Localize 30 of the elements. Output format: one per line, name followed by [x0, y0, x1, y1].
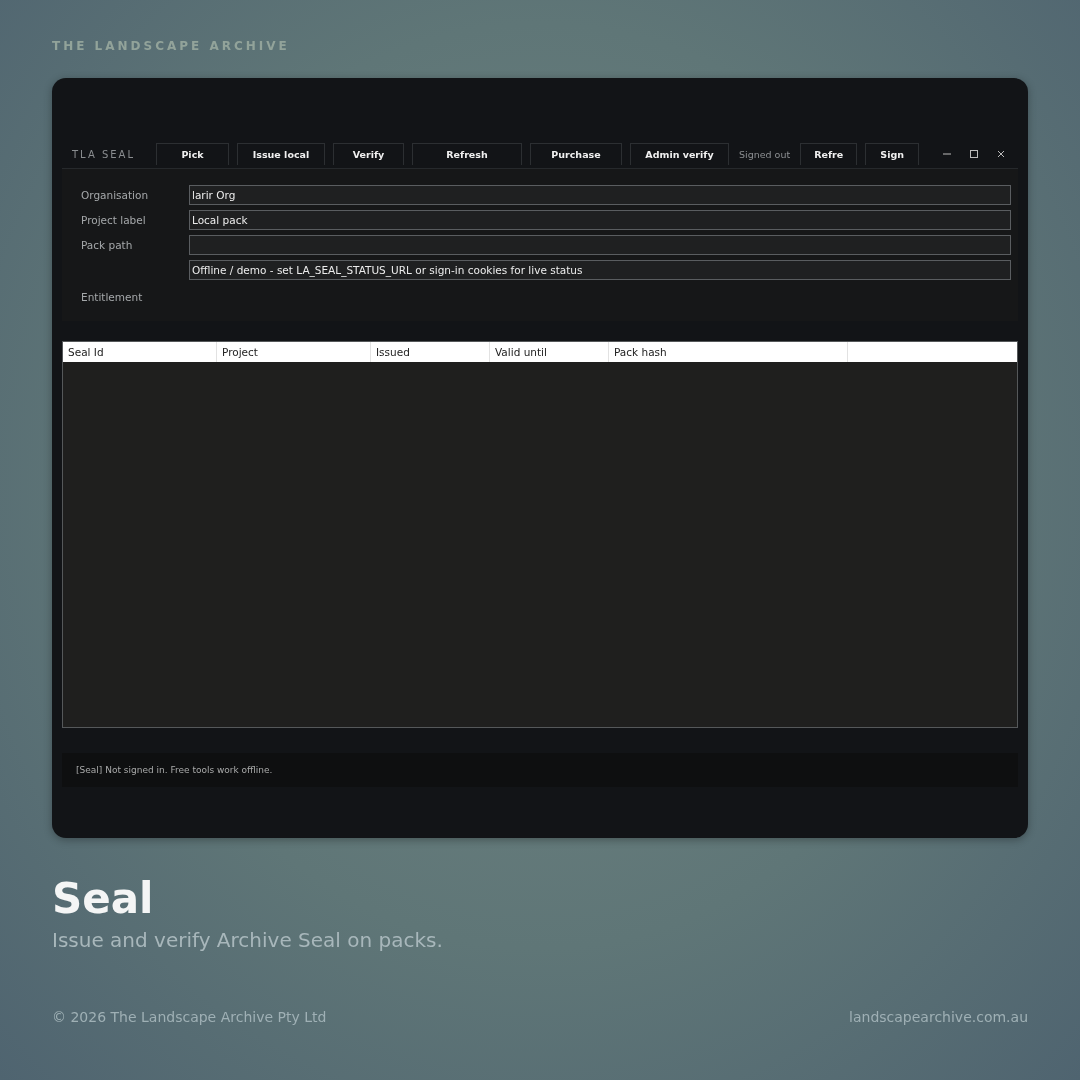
copyright-text: © 2026 The Landscape Archive Pty Ltd	[52, 1009, 327, 1025]
column-header[interactable]: Pack hash	[609, 342, 848, 362]
column-header[interactable]: Project	[217, 342, 371, 362]
toolbar-button[interactable]: Pick	[156, 143, 229, 165]
field-label: Project label	[81, 214, 146, 226]
maximize-icon[interactable]	[969, 149, 979, 159]
sign-in-status: Signed out	[738, 148, 792, 160]
close-icon[interactable]	[996, 149, 1006, 159]
toolbar-button[interactable]: Issue local	[237, 143, 325, 165]
input-field[interactable]: larir Org	[189, 185, 1011, 205]
toolbar-button[interactable]: Verify	[333, 143, 404, 165]
toolbar-button[interactable]: Admin verify	[630, 143, 729, 165]
column-header[interactable]: Seal Id	[63, 342, 217, 362]
toolbar-button[interactable]: Refre	[800, 143, 858, 165]
input-field[interactable]: Local pack	[189, 210, 1011, 230]
headline: Seal	[52, 878, 155, 920]
column-header[interactable]: Issued	[371, 342, 490, 362]
toolbar-button[interactable]: Refresh	[412, 143, 522, 165]
field-label: Entitlement	[81, 291, 143, 303]
column-header[interactable]: Valid until	[490, 342, 609, 362]
toolbar-button[interactable]: Purchase	[530, 143, 622, 165]
status-message: [Seal] Not signed in. Free tools work offline.	[76, 765, 273, 775]
input-field[interactable]: Offline / demo - set LA_SEAL_STATUS_URL or sign-in cookies for live status	[189, 260, 1011, 280]
field-label: Organisation	[81, 189, 149, 201]
field-label: Pack path	[81, 239, 133, 251]
toolbar-button[interactable]: Sign	[865, 143, 920, 165]
window-title: TLA SEAL	[72, 148, 136, 160]
brand-label: THE LANDSCAPE ARCHIVE	[52, 39, 291, 55]
tagline: Issue and verify Archive Seal on packs.	[52, 928, 444, 952]
input-field[interactable]	[189, 235, 1011, 255]
